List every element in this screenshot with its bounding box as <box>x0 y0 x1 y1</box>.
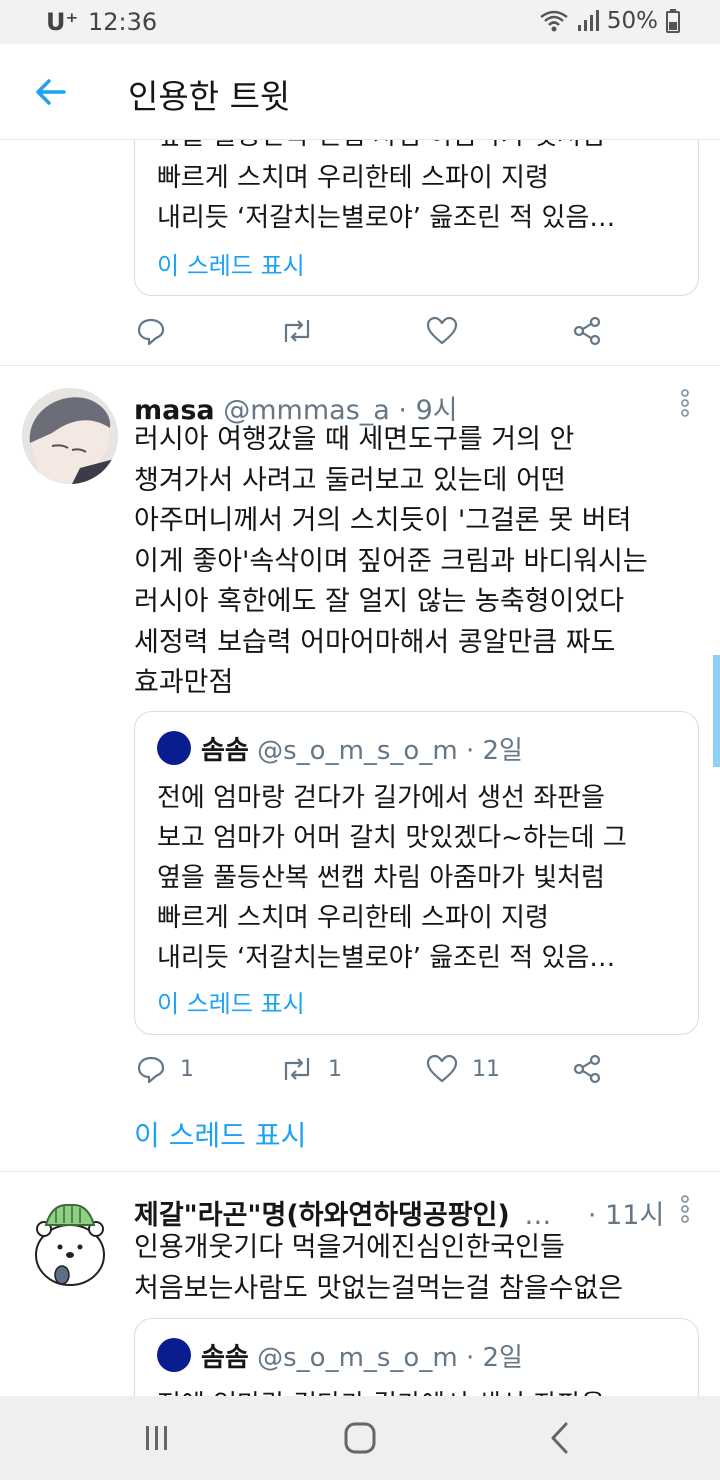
tweet-text: 인용개웃기다 먹을거에진심인한국인들 처음보는사람도 맛없는걸먹는걸 참을수없은 <box>134 1228 623 1309</box>
like-icon <box>426 1054 458 1083</box>
system-nav-bar <box>0 1396 720 1480</box>
quote-card[interactable]: 솜솜 @s_o_m_s_o_m · 2일 전에 엄마랑 걷다가 길가에서 생선 … <box>134 1318 699 1396</box>
quote-text-line: 보고 엄마가 어머 갈치 맛있겠다~하는데 그 <box>157 823 627 853</box>
quote-text-line: 내리듯 ‘저갈치는별로야’ 읊조린 적 있음… <box>157 943 616 973</box>
more-icon[interactable] <box>678 1194 692 1224</box>
recent-apps-icon[interactable] <box>142 1423 172 1453</box>
like-button[interactable]: 11 <box>426 1054 500 1084</box>
show-thread-link[interactable]: 이 스레드 표시 <box>157 984 305 1019</box>
quote-display-name: 솜솜 <box>201 1343 249 1373</box>
app-header: 인용한 트윗 <box>0 44 720 140</box>
tweet-divider <box>0 365 720 366</box>
avatar[interactable] <box>22 1195 118 1291</box>
quote-card[interactable]: 옆을 풀등산복 썬캡 차림 아줌마가 빛처럼 빠르게 스치며 우리한테 스파이 … <box>134 140 699 296</box>
quote-header: 솜솜 @s_o_m_s_o_m · 2일 <box>157 1337 523 1374</box>
timeline[interactable]: 옆을 풀등산복 썬캡 차림 아줌마가 빛처럼 빠르게 스치며 우리한테 스파이 … <box>0 140 720 1396</box>
carrier-label: U⁺ <box>46 8 79 36</box>
like-count: 11 <box>472 1056 500 1082</box>
quote-card[interactable]: 솜솜 @s_o_m_s_o_m · 2일 전에 엄마랑 걷다가 길가에서 생선 … <box>134 711 699 1035</box>
tweet-text-line: 인용개웃기다 먹을거에진심인한국인들 <box>134 1232 565 1263</box>
more-icon[interactable] <box>678 388 692 418</box>
status-indicators: 50% <box>539 8 680 34</box>
quote-display-name: 솜솜 <box>201 736 249 766</box>
show-thread-link[interactable]: 이 스레드 표시 <box>134 1114 306 1154</box>
tweet-time: · 11시 <box>587 1200 665 1231</box>
quote-text-line: 빠르게 스치며 우리한테 스파이 지령 <box>157 903 549 933</box>
share-button[interactable] <box>572 1054 602 1084</box>
arrow-left-icon[interactable] <box>30 72 70 112</box>
retweet-button[interactable]: 1 <box>280 1054 342 1084</box>
quote-text-line: 전에 엄마랑 걷다가 길가에서 생선 좌판을 <box>157 783 605 813</box>
quote-header: 솜솜 @s_o_m_s_o_m · 2일 <box>157 730 523 767</box>
status-bar: U⁺ 12:36 50% <box>0 0 720 44</box>
battery-icon <box>666 9 680 33</box>
user-avatar-illustration <box>22 388 118 484</box>
tweet-text-line: 처음보는사람도 맛없는걸먹는걸 참을수없은 <box>134 1272 624 1304</box>
reply-count: 1 <box>180 1056 194 1082</box>
like-icon <box>426 316 458 345</box>
quote-text-line: 빠르게 스치며 우리한테 스파이 지령 <box>157 163 549 193</box>
scroll-indicator[interactable] <box>713 655 720 767</box>
quote-text-line: 옆을 풀등산복 썬캡 차림 아줌마가 빛처럼 <box>157 863 605 893</box>
tweet-text-line: 챙겨가서 사려고 둘러보고 있는데 어떤 <box>134 464 566 496</box>
retweet-icon <box>284 1058 310 1080</box>
reply-button[interactable] <box>136 316 166 346</box>
tweet-header: 제갈"라곤"명(하와연하댕공팡인) … · 11시 <box>134 1193 664 1232</box>
bear-avatar-illustration <box>22 1195 118 1291</box>
avatar[interactable] <box>22 388 118 484</box>
signal-icon <box>577 10 599 31</box>
reply-icon <box>137 318 165 346</box>
retweet-icon <box>284 320 310 342</box>
battery-percent: 50% <box>606 8 658 34</box>
display-name[interactable]: 제갈"라곤"명(하와연하댕공팡인) <box>134 1200 510 1231</box>
tweet-text-line: 효과만점 <box>134 667 234 698</box>
page-title: 인용한 트윗 <box>128 77 291 116</box>
tweet-text: 러시아 여행갔을 때 세면도구를 거의 안 챙겨가서 사려고 둘러보고 있는데 … <box>134 420 648 704</box>
tweet-text-line: 러시아 여행갔을 때 세면도구를 거의 안 <box>134 424 575 455</box>
like-button[interactable] <box>426 316 458 346</box>
quote-handle: @s_o_m_s_o_m <box>257 1343 458 1373</box>
status-time: 12:36 <box>88 8 158 36</box>
show-thread-link[interactable]: 이 스레드 표시 <box>157 246 305 281</box>
share-button[interactable] <box>572 316 602 346</box>
share-icon <box>573 1054 601 1084</box>
quote-avatar <box>157 731 191 765</box>
name-ellipsis: … <box>524 1200 552 1231</box>
home-icon[interactable] <box>343 1421 377 1455</box>
wifi-icon <box>540 10 568 32</box>
tweet-text-line: 아주머니께서 거의 스치듯이 '그걸론 못 버텨 <box>134 505 632 536</box>
retweet-count: 1 <box>328 1056 342 1082</box>
quote-text-line: 전에 엄마랑 걷다가 길가에서 생선 좌판을 <box>157 1385 605 1396</box>
quote-avatar <box>157 1338 191 1372</box>
quote-time: · 2일 <box>465 1343 523 1373</box>
reply-button[interactable]: 1 <box>136 1054 194 1084</box>
share-icon <box>573 316 601 346</box>
quote-text-line: 내리듯 ‘저갈치는별로야’ 읊조린 적 있음… <box>157 203 616 233</box>
quote-time: · 2일 <box>465 736 523 766</box>
tweet-text-line: 러시아 혹한에도 잘 얼지 않는 농축형이었다 <box>134 586 625 617</box>
tweet-divider <box>0 1171 720 1172</box>
reply-icon <box>137 1056 165 1084</box>
tweet-text-line: 이게 좋아'속삭이며 짚어준 크림과 바디워시는 <box>134 545 648 577</box>
retweet-button[interactable] <box>280 316 314 346</box>
nav-back-icon[interactable] <box>548 1421 572 1455</box>
quote-handle: @s_o_m_s_o_m <box>257 736 458 766</box>
tweet-text-line: 세정력 보습력 어마어마해서 콩알만큼 짜도 <box>134 626 616 658</box>
quote-text-line: 옆을 풀등산복 썬캡 차림 아줌마가 빛처럼 <box>157 140 605 156</box>
